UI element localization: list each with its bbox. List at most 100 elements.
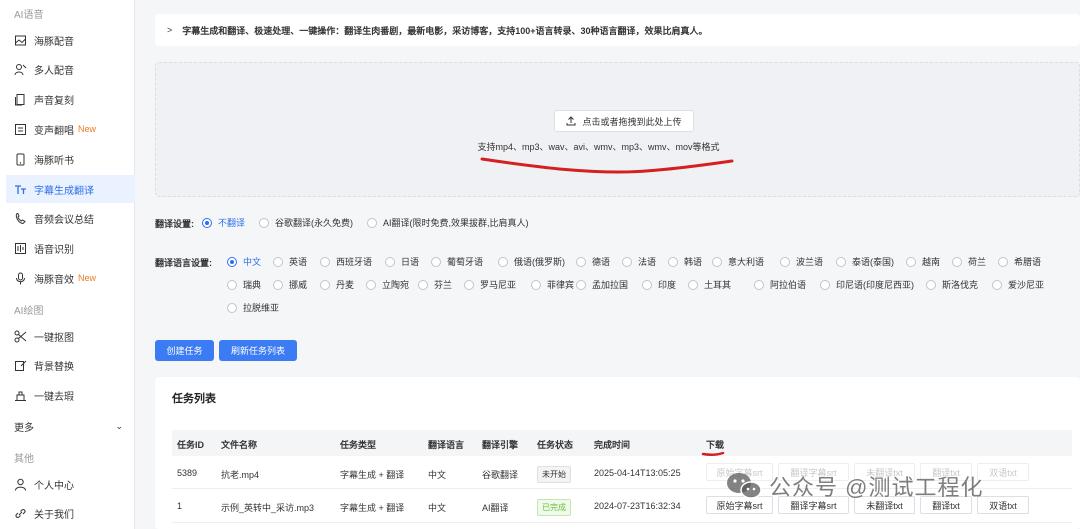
sidebar-item-voice-5[interactable]: 字幕生成翻译: [6, 175, 135, 203]
info-bar[interactable]: > 字幕生成和翻译、极速处理、一键操作：翻译生肉番剧，最新电影，采访博客，支持1…: [155, 14, 1080, 46]
language-option-r2-3[interactable]: 立陶宛: [366, 278, 409, 291]
sidebar-item-voice-8[interactable]: 海豚音效 New: [6, 264, 135, 292]
upload-dropzone[interactable]: 点击或者拖拽到此处上传 支持mp4、mp3、wav、avi、wmv、mp3、wm…: [155, 62, 1080, 197]
language-option-label: 日语: [401, 257, 420, 267]
download-button[interactable]: 双语txt: [977, 496, 1029, 514]
sidebar-item-voice-2[interactable]: 声音复刻: [6, 86, 135, 114]
sidebar-item-voice-4[interactable]: 海豚听书: [6, 145, 135, 173]
translate-option-label: 谷歌翻译(永久免费): [275, 218, 353, 228]
eraser-icon: [14, 389, 27, 402]
language-option-r1-3[interactable]: 日语: [385, 255, 419, 268]
sidebar-item-voice-7[interactable]: 语音识别: [6, 235, 135, 263]
radio-dot: [418, 279, 428, 290]
language-option-r2-13[interactable]: 爱沙尼亚: [992, 278, 1044, 291]
language-option-r1-12[interactable]: 越南: [906, 255, 940, 268]
translate-option-1[interactable]: 谷歌翻译(永久免费): [259, 216, 353, 229]
radio-dot: [431, 256, 441, 267]
language-option-r2-2[interactable]: 丹麦: [320, 278, 354, 291]
language-option-label: 越南: [922, 257, 941, 267]
table-header-cell: 任务类型: [340, 440, 377, 450]
sidebar-item-label: 海豚音效: [34, 274, 74, 286]
sidebar-item-voice-6[interactable]: 音频会议总结: [6, 205, 135, 233]
red-underline-annotation-download: [701, 451, 725, 456]
language-option-r2-6[interactable]: 菲律宾: [531, 278, 574, 291]
language-option-r1-14[interactable]: 希腊语: [998, 255, 1041, 268]
language-option-label: 德语: [592, 257, 611, 267]
radio-dot: [926, 279, 936, 290]
table-cell: 示例_英转中_采访.mp3: [221, 503, 315, 513]
language-option-r1-6[interactable]: 德语: [576, 255, 610, 268]
phone-call-icon: [14, 212, 27, 225]
language-option-r2-5[interactable]: 罗马尼亚: [464, 278, 516, 291]
sidebar-item-other-1[interactable]: 关于我们: [6, 500, 135, 528]
radio-dot: [668, 256, 678, 267]
sidebar-item-draw-1[interactable]: 背景替换: [6, 352, 135, 380]
sidebar-item-voice-3[interactable]: 变声翻唱 New: [6, 115, 135, 143]
language-option-r2-8[interactable]: 印度: [642, 278, 676, 291]
create-task-button[interactable]: 创建任务: [155, 340, 214, 361]
copy-icon: [14, 93, 27, 106]
language-option-r2-7[interactable]: 孟加拉国: [576, 278, 628, 291]
radio-dot: [906, 256, 916, 267]
language-option-r1-5[interactable]: 俄语(俄罗斯): [498, 255, 565, 268]
sidebar-item-voice-0[interactable]: 海豚配音: [6, 26, 135, 54]
download-button[interactable]: 双语txt: [977, 463, 1029, 481]
language-option-r2-9[interactable]: 土耳其: [688, 278, 731, 291]
language-option-r1-8[interactable]: 韩语: [668, 255, 702, 268]
language-option-r2-4[interactable]: 芬兰: [418, 278, 452, 291]
radio-dot: [385, 256, 395, 267]
translate-option-0[interactable]: 不翻译: [202, 216, 245, 229]
upload-button-label: 点击或者拖拽到此处上传: [582, 116, 682, 127]
sidebar-item-other-0[interactable]: 个人中心: [6, 470, 135, 498]
radio-dot: [952, 256, 962, 267]
radio-dot: [464, 279, 474, 290]
sidebar-item-label: 背景替换: [34, 362, 74, 374]
radio-dot: [992, 279, 1002, 290]
upload-button[interactable]: 点击或者拖拽到此处上传: [554, 110, 694, 132]
language-option-label: 韩语: [684, 257, 703, 267]
language-option-r1-2[interactable]: 西班牙语: [320, 255, 372, 268]
radio-dot: [754, 279, 764, 290]
status-badge: 未开始: [537, 466, 571, 483]
language-option-r3-0[interactable]: 拉脱维亚: [227, 301, 279, 314]
table-cell: 谷歌翻译: [482, 470, 519, 480]
language-option-r1-7[interactable]: 法语: [622, 255, 656, 268]
translate-setting-label: 翻译设置:: [155, 219, 194, 229]
language-option-r1-4[interactable]: 葡萄牙语: [431, 255, 483, 268]
language-option-label: 中文: [243, 257, 262, 267]
refresh-task-list-button[interactable]: 刷新任务列表: [219, 340, 297, 361]
sidebar-item-voice-1[interactable]: 多人配音: [6, 56, 135, 84]
language-option-label: 葡萄牙语: [447, 257, 484, 267]
section-other: 其他: [14, 454, 34, 465]
language-option-r2-1[interactable]: 挪威: [273, 278, 307, 291]
language-option-label: 俄语(俄罗斯): [514, 257, 565, 267]
language-option-r1-0[interactable]: 中文: [227, 255, 261, 268]
language-option-r1-13[interactable]: 荷兰: [952, 255, 986, 268]
recognize-icon: [14, 242, 27, 255]
radio-dot: [367, 217, 377, 228]
language-option-r1-9[interactable]: 意大利语: [712, 255, 764, 268]
language-option-r2-10[interactable]: 阿拉伯语: [754, 278, 806, 291]
sidebar-item-label: 关于我们: [34, 510, 74, 522]
language-option-r2-0[interactable]: 瑞典: [227, 278, 261, 291]
language-option-r1-10[interactable]: 波兰语: [780, 255, 823, 268]
text-icon: [14, 183, 27, 196]
radio-dot: [576, 279, 586, 290]
radio-dot: [688, 279, 698, 290]
radio-dot: [498, 256, 508, 267]
table-cell: 中文: [428, 470, 447, 480]
language-option-r2-11[interactable]: 印尼语(印度尼西亚): [820, 278, 914, 291]
radio-dot: [780, 256, 790, 267]
sidebar-item-draw-0[interactable]: 一键抠图: [6, 322, 135, 350]
sidebar-item-draw-2[interactable]: 一键去瑕: [6, 382, 135, 410]
translate-option-2[interactable]: AI翻译(限时免费,效果拔群,比肩真人): [367, 216, 529, 229]
language-option-r1-11[interactable]: 泰语(泰国): [836, 255, 894, 268]
language-option-r2-12[interactable]: 斯洛伐克: [926, 278, 978, 291]
language-option-r1-1[interactable]: 英语: [273, 255, 307, 268]
sidebar-more[interactable]: 更多 ⌄: [6, 412, 135, 440]
language-setting-label: 翻译语言设置:: [155, 258, 212, 268]
user-icon: [14, 478, 27, 491]
table-header-cell: 任务ID: [177, 440, 205, 450]
radio-dot: [227, 256, 237, 267]
language-option-label: 丹麦: [336, 280, 355, 290]
